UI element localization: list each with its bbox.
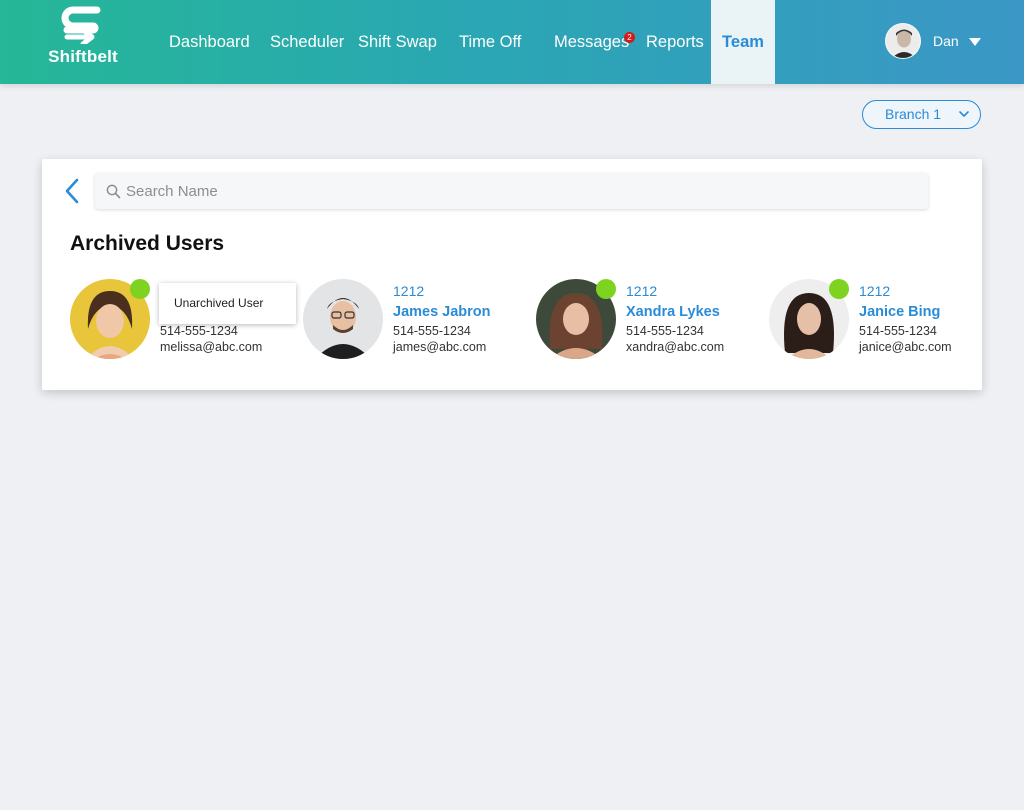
user-photo <box>886 24 920 58</box>
user-card[interactable]: 1212 James Jabron 514-555-1234 james@abc… <box>303 279 533 361</box>
brand-logo[interactable]: Shiftbelt <box>44 6 122 76</box>
status-online-indicator <box>130 279 150 299</box>
user-phone: 514-555-1234 <box>859 324 937 338</box>
user-email: xandra@abc.com <box>626 340 725 354</box>
user-name-link[interactable]: James Jabron <box>393 304 491 320</box>
nav-scheduler[interactable]: Scheduler <box>270 0 344 84</box>
brand-name: Shiftbelt <box>48 47 118 66</box>
chevron-left-icon <box>65 178 79 204</box>
user-card[interactable]: 1212 Janice Bing 514-555-1234 janice@abc… <box>769 279 999 361</box>
back-button[interactable] <box>62 177 82 205</box>
nav-shift-swap[interactable]: Shift Swap <box>358 0 437 84</box>
user-menu[interactable]: Dan <box>885 23 995 59</box>
user-name-link[interactable]: Xandra Lykes <box>626 304 720 320</box>
search-icon <box>106 184 121 199</box>
shiftbelt-logo-icon <box>61 6 101 44</box>
user-phone: 514-555-1234 <box>626 324 704 338</box>
user-id: 1212 <box>626 283 658 299</box>
search-bar <box>95 173 928 209</box>
nav-messages-label: Messages <box>554 33 630 51</box>
nav-reports[interactable]: Reports <box>646 0 704 84</box>
branch-select[interactable]: Branch 1 <box>862 100 981 129</box>
top-navigation-bar: Shiftbelt Dashboard Scheduler Shift Swap… <box>0 0 1024 84</box>
user-card[interactable]: 1212 Xandra Lykes 514-555-1234 xandra@ab… <box>536 279 766 361</box>
nav-team[interactable]: Team <box>711 0 775 84</box>
chevron-down-icon <box>959 111 969 117</box>
user-id: 1212 <box>393 283 425 299</box>
user-email: james@abc.com <box>393 340 487 354</box>
messages-count-badge: 2 <box>624 32 635 43</box>
section-title: Archived Users <box>70 232 225 255</box>
user-id: 1212 <box>859 283 891 299</box>
user-name-link[interactable]: Janice Bing <box>859 304 940 320</box>
archived-users-panel: Archived Users 514-555-1234 melissa@abc.… <box>42 159 982 390</box>
unarchive-user-menu-item[interactable]: Unarchived User <box>159 283 296 324</box>
user-avatar <box>885 23 921 59</box>
nav-time-off[interactable]: Time Off <box>459 0 521 84</box>
user-card-avatar <box>303 279 383 359</box>
branch-select-value: Branch 1 <box>885 106 942 122</box>
nav-messages[interactable]: Messages 2 <box>554 0 635 84</box>
user-phone: 514-555-1234 <box>160 324 238 338</box>
search-input[interactable] <box>126 173 916 209</box>
caret-down-icon <box>969 38 981 46</box>
user-phone: 514-555-1234 <box>393 324 471 338</box>
user-email: melissa@abc.com <box>160 340 263 354</box>
status-online-indicator <box>829 279 849 299</box>
nav-dashboard[interactable]: Dashboard <box>169 0 250 84</box>
status-online-indicator <box>596 279 616 299</box>
user-email: janice@abc.com <box>859 340 952 354</box>
user-name: Dan <box>933 33 959 49</box>
